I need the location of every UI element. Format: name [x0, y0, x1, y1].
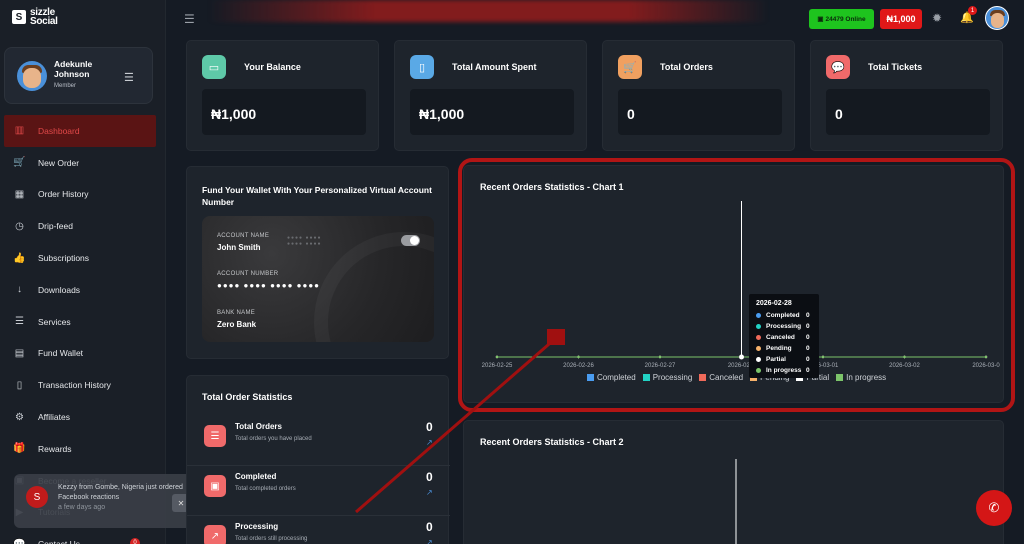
- app-frame: S sizzle Social Adekunle Johnson Member …: [0, 0, 1024, 544]
- annotation-marker: [547, 329, 565, 345]
- annotation-arrow: [355, 336, 557, 514]
- whatsapp-help-button[interactable]: ✆: [976, 490, 1012, 526]
- whatsapp-icon: ✆: [988, 500, 1000, 515]
